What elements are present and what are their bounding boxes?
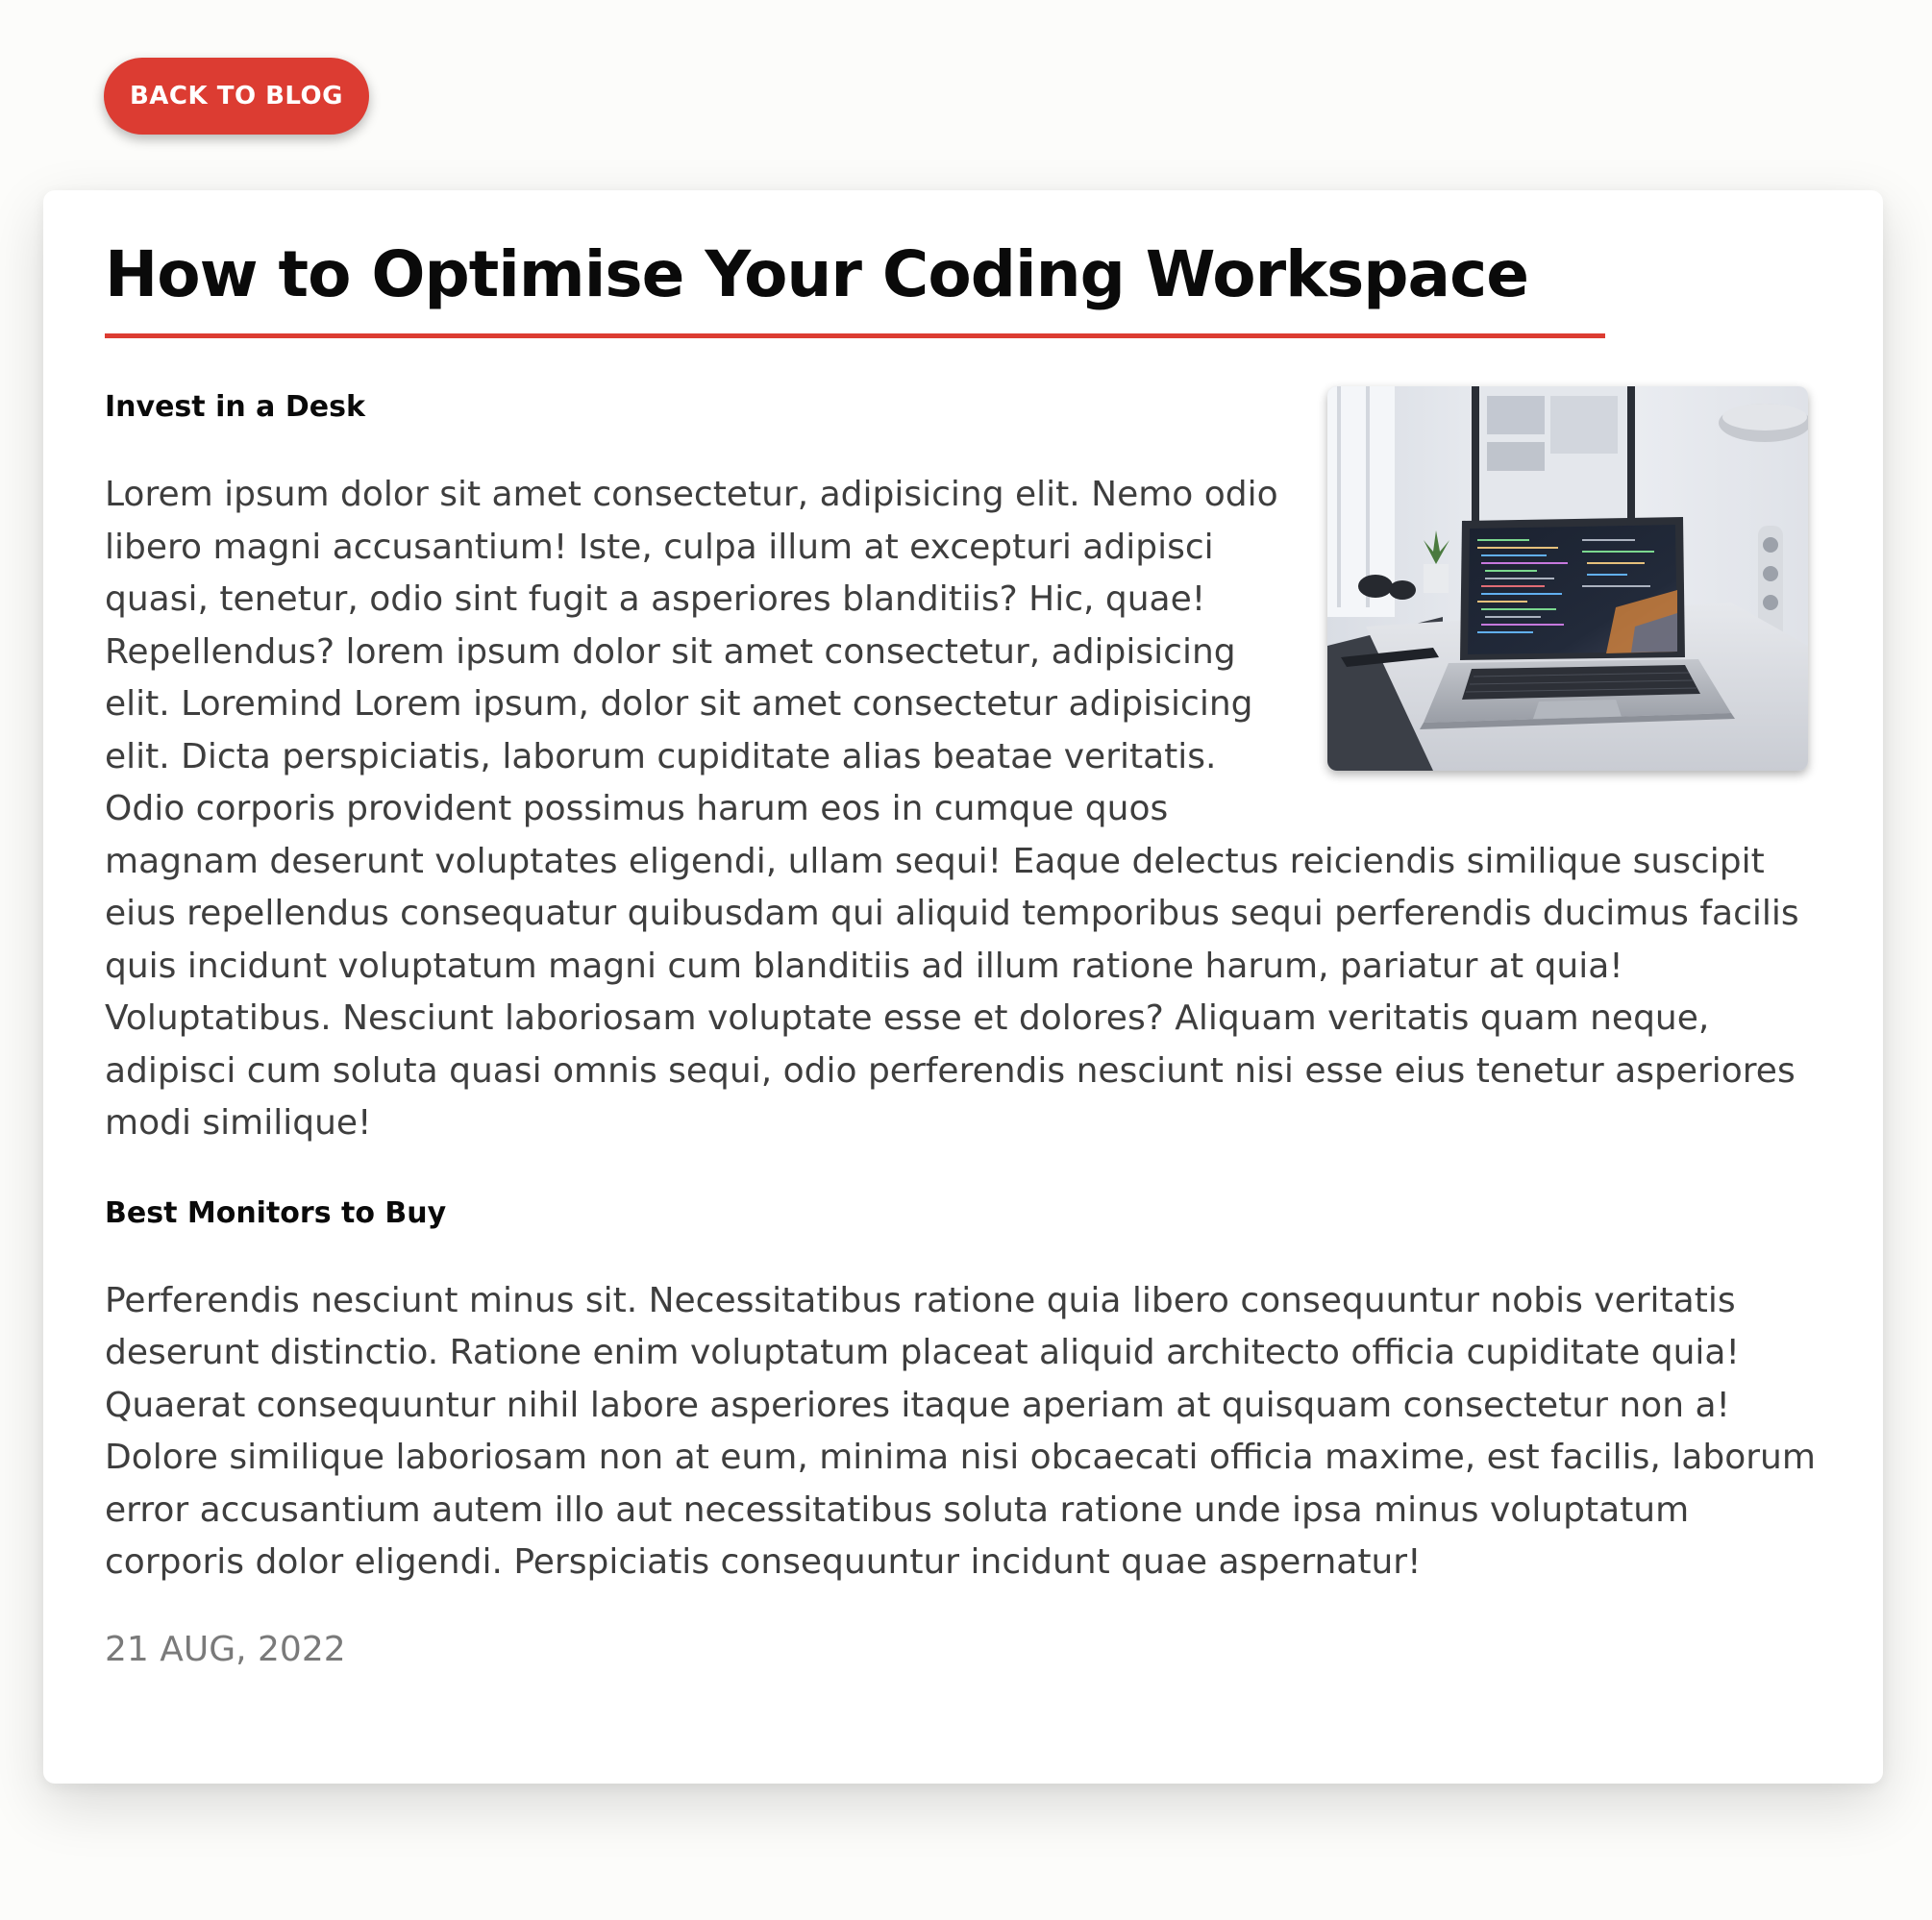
section-heading-monitors: Best Monitors to Buy [105, 1195, 447, 1230]
section-paragraph-monitors: Perferendis nesciunt minus sit. Necessit… [105, 1280, 1816, 1583]
article-card: How to Optimise Your Coding Workspace In… [43, 190, 1883, 1784]
article-content: Invest in a Desk Lorem ipsum dolor sit a… [105, 386, 1820, 1676]
laptop-desk-photo [1327, 386, 1808, 771]
title-underline [105, 333, 1605, 338]
back-to-blog-button[interactable]: BACK TO BLOG [104, 58, 369, 135]
publish-date: 21 AUG, 2022 [105, 1629, 346, 1669]
article-title: How to Optimise Your Coding Workspace [105, 237, 1529, 311]
